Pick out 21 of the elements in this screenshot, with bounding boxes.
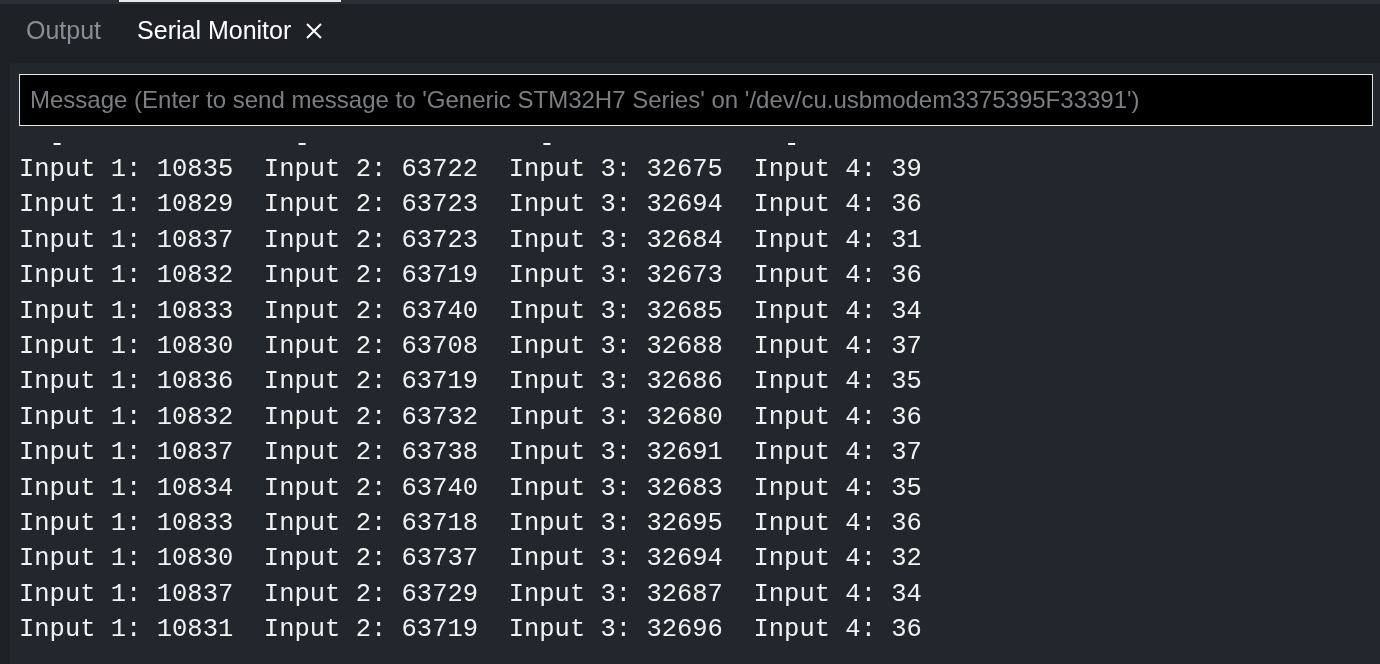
output-line: Input 1: 10836 Input 2: 63719 Input 3: 32686 Input 4: 35 bbox=[19, 366, 923, 399]
cut-off-output-text: - bbox=[48, 138, 66, 152]
output-line: Input 1: 10832 Input 2: 63732 Input 3: 32680 Input 4: 36 bbox=[19, 401, 923, 434]
output-line: Input 1: 10837 Input 2: 63729 Input 3: 32687 Input 4: 34 bbox=[19, 578, 923, 611]
output-line: Input 1: 10829 Input 2: 63723 Input 3: 32694 Input 4: 36 bbox=[19, 189, 923, 222]
output-line: Input 1: 10835 Input 2: 63722 Input 3: 32675 Input 4: 39 bbox=[19, 154, 923, 186]
cut-off-output-text: - bbox=[293, 138, 311, 152]
output-line: Input 1: 10833 Input 2: 63718 Input 3: 32695 Input 4: 36 bbox=[19, 508, 923, 541]
output-line: Input 1: 10837 Input 2: 63738 Input 3: 32691 Input 4: 37 bbox=[19, 437, 923, 470]
output-line: Input 1: 10830 Input 2: 63737 Input 3: 32694 Input 4: 32 bbox=[19, 543, 923, 576]
close-icon[interactable] bbox=[305, 21, 324, 40]
output-line: Input 1: 10833 Input 2: 63740 Input 3: 32685 Input 4: 34 bbox=[19, 295, 923, 328]
output-line: Input 1: 10832 Input 2: 63719 Input 3: 32673 Input 4: 36 bbox=[19, 260, 923, 293]
output-line: Input 1: 10831 Input 2: 63719 Input 3: 32696 Input 4: 36 bbox=[19, 614, 923, 647]
cut-off-output-text: - bbox=[783, 138, 801, 152]
output-line: Input 1: 10830 Input 2: 63708 Input 3: 32688 Input 4: 37 bbox=[19, 331, 923, 364]
output-line: Input 1: 10834 Input 2: 63740 Input 3: 32683 Input 4: 35 bbox=[19, 472, 923, 505]
output-line: Input 1: 10837 Input 2: 63723 Input 3: 32684 Input 4: 31 bbox=[19, 224, 923, 257]
tab[interactable]: Output bbox=[8, 0, 120, 63]
cut-off-output-text: - bbox=[538, 138, 556, 152]
message-input-field[interactable]: Message (Enter to send message to 'Generic STM32H7 Series' on '/dev/cu.usbmodem3375395F33391') bbox=[19, 74, 1373, 126]
